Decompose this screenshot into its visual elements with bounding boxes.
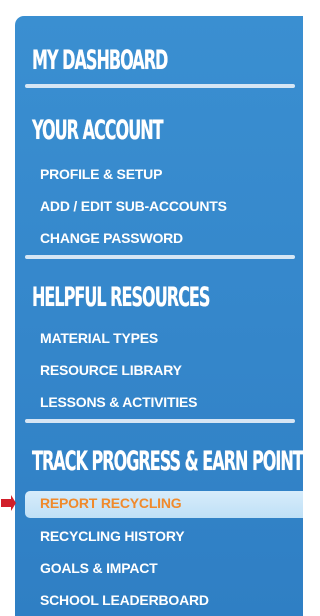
- sidebar-nav: MY DASHBOARD YOUR ACCOUNT PROFILE & SETU…: [15, 16, 303, 616]
- nav-heading-my-dashboard[interactable]: MY DASHBOARD: [32, 47, 168, 74]
- nav-heading-your-account: YOUR ACCOUNT: [32, 115, 164, 146]
- nav-item-school-leaderboard[interactable]: SCHOOL LEADERBOARD: [40, 593, 209, 607]
- nav-item-resource-library[interactable]: RESOURCE LIBRARY: [40, 363, 182, 377]
- divider: [25, 84, 295, 88]
- nav-item-profile-setup[interactable]: PROFILE & SETUP: [40, 167, 162, 181]
- nav-item-material-types[interactable]: MATERIAL TYPES: [40, 331, 158, 345]
- nav-heading-helpful-resources: HELPFUL RESOURCES: [32, 282, 210, 313]
- nav-item-lessons-activities[interactable]: LESSONS & ACTIVITIES: [40, 395, 197, 409]
- divider: [25, 419, 295, 423]
- nav-heading-track-progress: TRACK PROGRESS & EARN POINTS: [32, 446, 303, 477]
- divider: [25, 255, 295, 259]
- nav-item-add-edit-sub-accounts[interactable]: ADD / EDIT SUB-ACCOUNTS: [40, 199, 227, 213]
- red-arrow-pointer-icon: [1, 495, 16, 511]
- nav-item-recycling-history[interactable]: RECYCLING HISTORY: [40, 529, 185, 543]
- nav-item-report-recycling[interactable]: REPORT RECYCLING: [40, 496, 182, 510]
- nav-item-change-password[interactable]: CHANGE PASSWORD: [40, 231, 183, 245]
- nav-item-goals-impact[interactable]: GOALS & IMPACT: [40, 561, 158, 575]
